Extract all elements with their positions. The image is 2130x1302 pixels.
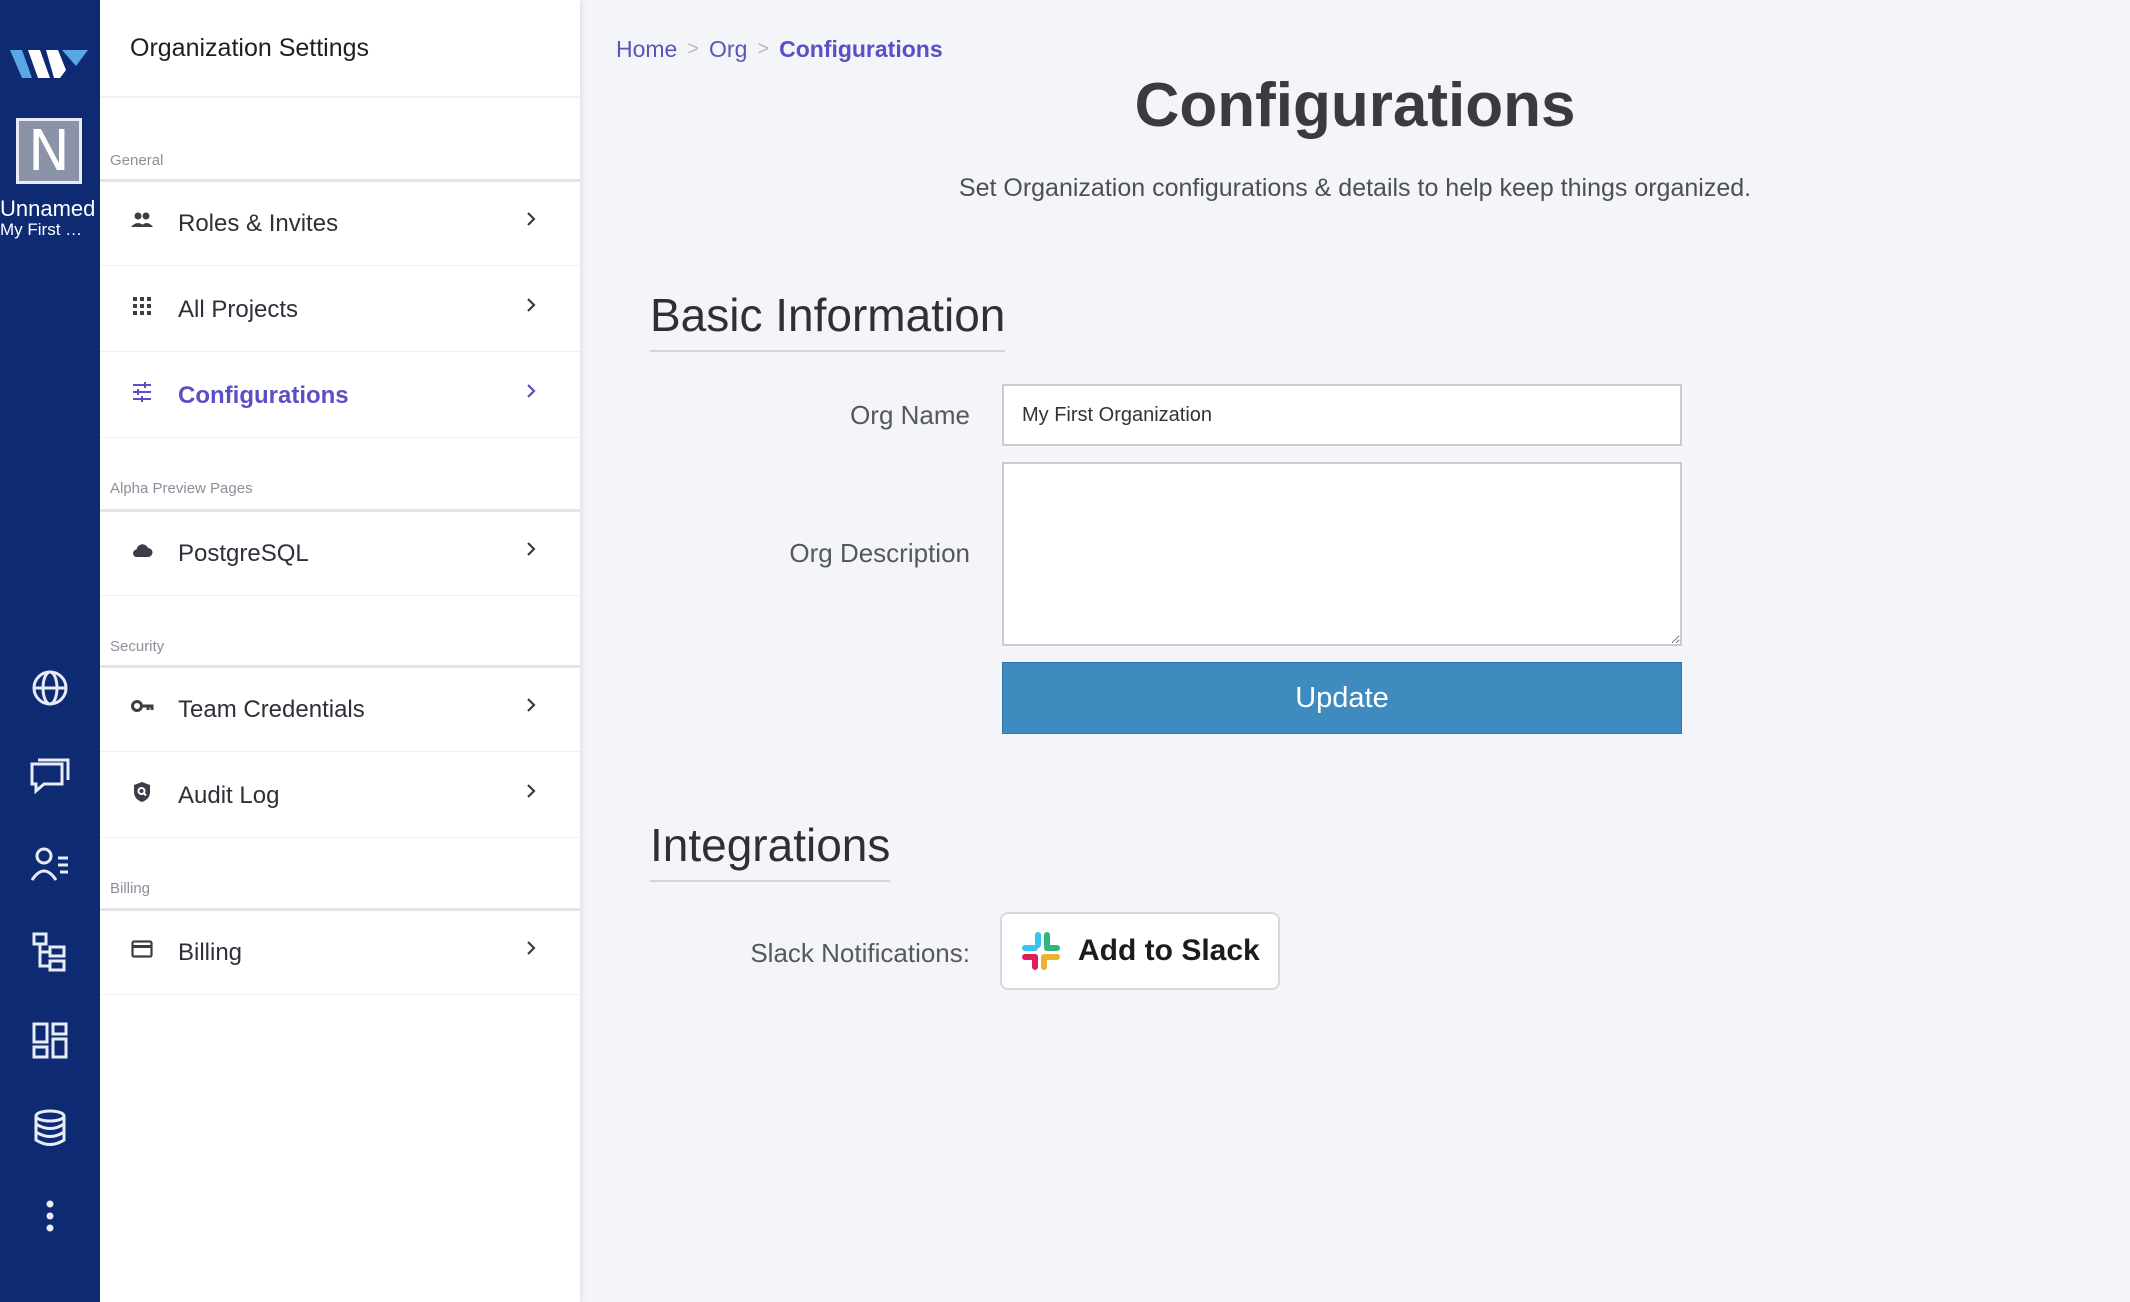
chevron-right-icon [520,937,542,959]
sidebar-item-label: Roles & Invites [178,209,339,237]
chevron-right-icon [520,538,542,560]
page-subtitle: Set Organization configurations & detail… [958,174,1752,202]
add-to-slack-button[interactable]: Add to Slack [1000,912,1280,990]
slack-notifications-label: Slack Notifications: [750,938,970,968]
panel-title: Organization Settings [100,0,580,97]
chat-icon[interactable] [28,754,72,798]
globe-icon[interactable] [28,666,72,710]
key-icon [130,694,154,718]
more-vert-icon[interactable] [28,1194,72,1238]
database-icon[interactable] [28,1106,72,1150]
breadcrumb-separator: > [757,38,770,60]
integrations-heading: Integrations [650,818,891,882]
org-description-label: Org Description [789,538,970,568]
sidebar-item-team-credentials[interactable]: Team Credentials [100,668,580,752]
chevron-right-icon [520,694,542,716]
page-title: Configurations [1134,71,1576,140]
section-label-alpha: Alpha Preview Pages [110,480,253,497]
update-button[interactable]: Update [1002,662,1682,734]
grid-icon [130,294,154,318]
section-label-security: Security [110,638,165,655]
hierarchy-icon[interactable] [28,930,72,974]
chevron-right-icon [520,380,542,402]
breadcrumb-home[interactable]: Home [616,36,677,63]
section-label-billing: Billing [110,880,151,897]
sidebar-item-label: All Projects [178,295,299,323]
sidebar-item-label: Team Credentials [178,695,365,723]
settings-panel: Organization Settings General Roles & In… [100,0,580,1302]
chevron-right-icon [520,294,542,316]
sidebar-item-roles-invites[interactable]: Roles & Invites [100,182,580,266]
slack-logo-icon [1018,928,1064,974]
org-sub-label: My First Organization [0,220,90,239]
org-name-label: Org Name [850,400,970,430]
basic-information-heading: Basic Information [650,288,1006,352]
breadcrumb-org[interactable]: Org [709,36,747,63]
shield-search-icon [130,780,154,804]
credit-card-icon [130,937,154,961]
add-to-slack-brand: Slack [1181,934,1260,967]
sidebar-item-audit-log[interactable]: Audit Log [100,754,580,838]
breadcrumb-separator: > [687,38,700,60]
sidebar-item-label: Configurations [178,381,349,409]
sidebar-item-label: Billing [178,938,243,966]
chevron-right-icon [520,780,542,802]
chevron-right-icon [520,208,542,230]
org-name-short: Unnamed [0,196,96,221]
sidebar-item-label: PostgreSQL [178,539,309,567]
org-description-textarea[interactable] [1002,462,1682,646]
user-list-icon[interactable] [28,842,72,886]
sidebar-item-label: Audit Log [178,781,280,809]
sidebar-item-billing[interactable]: Billing [100,911,580,995]
app-logo[interactable] [8,44,90,84]
breadcrumb: Home > Org > Configurations [616,36,943,63]
org-avatar[interactable]: N [16,118,82,184]
add-to-slack-prefix: Add to [1078,934,1173,967]
tune-icon [130,380,154,404]
dashboard-icon[interactable] [28,1018,72,1062]
org-name-input[interactable] [1002,384,1682,446]
sidebar-item-configurations[interactable]: Configurations [100,354,580,438]
sidebar-item-all-projects[interactable]: All Projects [100,268,580,352]
add-to-slack-label: Add to Slack [1078,934,1260,968]
breadcrumb-configurations[interactable]: Configurations [779,36,943,63]
section-label-general: General [110,152,164,169]
sidebar-item-postgresql[interactable]: PostgreSQL [100,512,580,596]
cloud-icon [130,538,154,562]
people-icon [130,208,154,232]
main-content: Home > Org > Configurations Configuratio… [580,0,2130,1302]
left-rail: N Unnamed My First Organization [0,0,100,1302]
